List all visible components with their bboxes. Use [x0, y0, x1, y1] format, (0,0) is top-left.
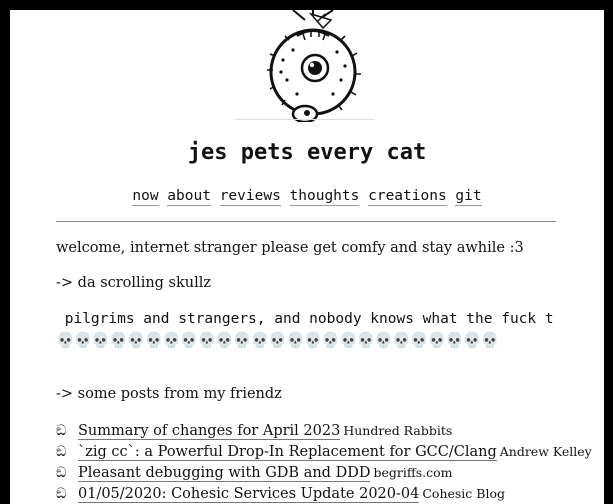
nav-link-about[interactable]: about — [167, 188, 211, 206]
nav-link-creations[interactable]: creations — [368, 188, 447, 206]
amogus-bullet-icon: ඞ — [56, 486, 67, 502]
skull-icon: 💀 — [339, 331, 358, 349]
skull-icon: 💀 — [392, 331, 411, 349]
post-source: Hundred Rabbits — [343, 423, 453, 438]
post-list-item: ඞ Summary of changes for April 2023 Hundre… — [56, 423, 604, 444]
welcome-text: welcome, internet stranger please get co… — [56, 240, 524, 256]
header-divider — [56, 221, 556, 222]
nav-link-now[interactable]: now — [132, 188, 159, 206]
post-title-link[interactable]: `zig cc`: a Powerful Drop-In Replacement… — [78, 444, 497, 461]
nav-link-git[interactable]: git — [455, 188, 482, 206]
skull-icon: 💀 — [73, 331, 93, 349]
skull-icon: 💀 — [109, 331, 128, 349]
post-list-item: ඞ `zig cc`: a Powerful Drop-In Replacemen… — [56, 444, 604, 465]
skull-icon: 💀 — [445, 331, 464, 349]
skull-icon: 💀 — [427, 331, 446, 349]
mascot-divider — [235, 119, 375, 120]
skull-icon: 💀 — [268, 331, 287, 349]
post-list-item: ඞ Pleasant debugging with GDB and DDD begr… — [56, 465, 604, 486]
skull-icon: 💀 — [321, 331, 340, 349]
posts-heading: -> some posts from my friendz — [56, 386, 282, 402]
skull-icon: 💀 — [91, 331, 110, 349]
friend-posts-list: ඞ Summary of changes for April 2023 Hundre… — [56, 423, 604, 504]
skull-icon: 💀 — [144, 331, 163, 349]
skulls-heading: -> da scrolling skullz — [56, 275, 212, 291]
amogus-bullet-icon: ඞ — [56, 423, 67, 439]
skull-icon: 💀 — [56, 331, 75, 349]
skull-icon: 💀 — [126, 331, 146, 349]
skull-icon: 💀 — [303, 331, 323, 349]
skull-icon: 💀 — [215, 331, 234, 349]
skull-icon: 💀 — [179, 331, 199, 349]
site-title: jes pets every cat — [187, 140, 427, 165]
amogus-bullet-icon: ඞ — [56, 444, 67, 460]
post-source: Andrew Kelley — [499, 444, 592, 459]
skull-icon: 💀 — [480, 331, 500, 349]
skull-icon: 💀 — [232, 331, 252, 349]
main-nav: now about reviews thoughts creations git — [10, 188, 604, 206]
post-title-link[interactable]: Summary of changes for April 2023 — [78, 423, 341, 440]
skull-icon: 💀 — [285, 331, 305, 349]
scrolling-marquee-text: pilgrims and strangers, and nobody knows… — [56, 311, 558, 327]
marquee-text: pilgrims and strangers, and nobody knows… — [64, 311, 554, 327]
skull-icon: 💀 — [197, 331, 217, 349]
post-source: begriffs.com — [373, 465, 453, 480]
post-list-item: ඞ 01/05/2020: Cohesic Services Update 202… — [56, 486, 604, 504]
skull-icon: 💀 — [462, 331, 482, 349]
skull-icon: 💀 — [162, 331, 181, 349]
skull-icon: 💀 — [374, 331, 393, 349]
post-title-link[interactable]: 01/05/2020: Cohesic Services Update 2020… — [78, 486, 420, 503]
skull-marquee: 💀💀💀💀💀💀💀💀💀💀💀💀💀💀💀💀💀💀💀💀💀💀💀💀💀 — [56, 330, 558, 352]
post-source: Cohesic Blog — [422, 486, 505, 501]
page: jes pets every cat now about reviews tho… — [10, 10, 604, 504]
skull-icon: 💀 — [356, 331, 376, 349]
skull-icon: 💀 — [409, 331, 429, 349]
nav-link-thoughts[interactable]: thoughts — [289, 188, 360, 206]
pufferfish-mascot-icon — [267, 10, 361, 122]
amogus-bullet-icon: ඞ — [56, 465, 67, 481]
skull-icon: 💀 — [250, 331, 270, 349]
post-title-link[interactable]: Pleasant debugging with GDB and DDD — [78, 465, 371, 482]
nav-link-reviews[interactable]: reviews — [219, 188, 281, 206]
